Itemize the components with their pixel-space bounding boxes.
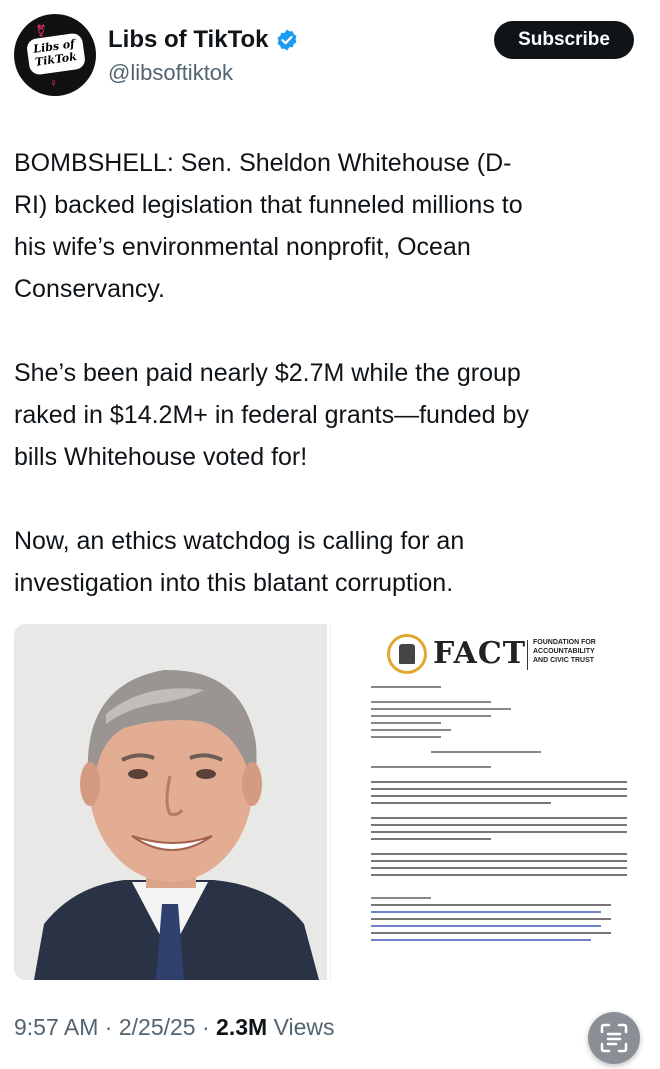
subscribe-button[interactable]: Subscribe [494, 21, 634, 59]
translate-text-button[interactable] [588, 1012, 640, 1064]
views-label: Views [273, 1014, 335, 1040]
tweet-time[interactable]: 9:57 AM [14, 1014, 98, 1040]
avatar[interactable]: Libs of TikTok ⚧ ♀ [14, 14, 96, 96]
tweet-header: Libs of TikTok ⚧ ♀ Libs of TikTok @libso… [0, 0, 660, 110]
tweet-text: BOMBSHELL: Sen. Sheldon Whitehouse (D- R… [14, 142, 646, 646]
female-symbol-icon: ♀ [49, 76, 58, 90]
tweet-date[interactable]: 2/25/25 [119, 1014, 196, 1040]
document-body [371, 686, 627, 946]
meta-separator: · [201, 1014, 210, 1040]
tweet-meta: 9:57 AM · 2/25/25 · 2.3M Views [14, 1014, 335, 1041]
tweet-paragraph: She’s been paid nearly $2.7M while the g… [14, 359, 529, 471]
document-letterhead: FACT FOUNDATION FOR ACCOUNTABILITY AND C… [387, 634, 637, 678]
text-recognition-icon [600, 1023, 628, 1053]
verified-badge-icon [277, 29, 297, 51]
document-org-name: FOUNDATION FOR ACCOUNTABILITY AND CIVIC … [533, 639, 596, 664]
views-count: 2.3M [216, 1014, 268, 1040]
avatar-logo-text: Libs of TikTok [32, 37, 78, 69]
account-handle[interactable]: @libsoftiktok [108, 60, 233, 86]
document-logo-text: FACT [433, 636, 527, 671]
transgender-symbol-icon: ⚧ [36, 24, 47, 38]
tweet-paragraph: BOMBSHELL: Sen. Sheldon Whitehouse (D- R… [14, 149, 523, 303]
name-row: Libs of TikTok [108, 25, 299, 55]
letterhead-divider [527, 640, 528, 670]
tweet-paragraph: Now, an ethics watchdog is calling for a… [14, 527, 465, 597]
portrait-illustration [14, 624, 327, 980]
portrait-photo[interactable] [14, 624, 327, 980]
display-name[interactable]: Libs of TikTok [108, 26, 268, 54]
document-image[interactable]: FACT FOUNDATION FOR ACCOUNTABILITY AND C… [330, 624, 647, 980]
lantern-logo-icon [387, 634, 427, 674]
